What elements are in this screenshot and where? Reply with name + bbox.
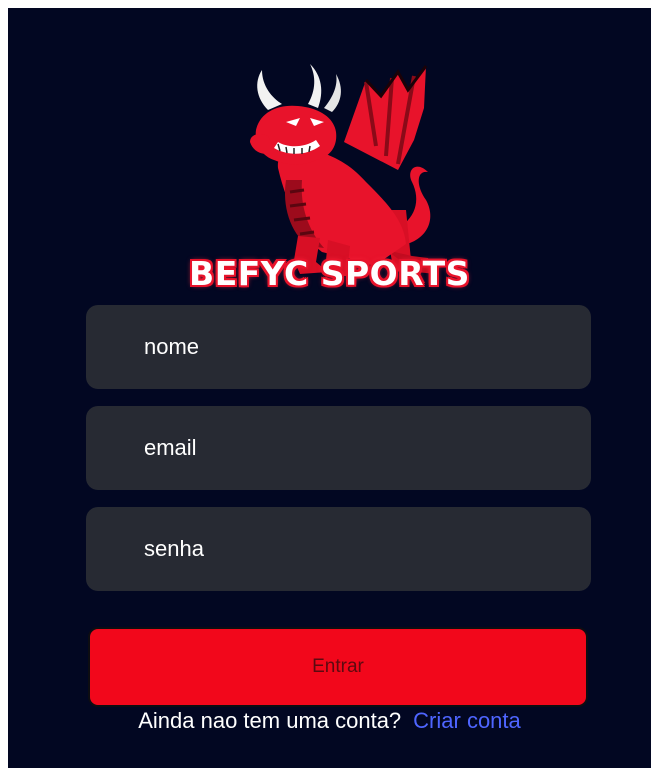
email-input[interactable]: [86, 406, 591, 490]
password-field[interactable]: [86, 507, 591, 591]
brand-name: BEFYC SPORTS: [189, 254, 470, 293]
name-field[interactable]: [86, 305, 591, 389]
create-account-link[interactable]: Criar conta: [413, 708, 521, 733]
password-input[interactable]: [86, 507, 591, 591]
login-button[interactable]: Entrar: [88, 627, 588, 707]
login-panel: BEFYC SPORTS Entrar Ainda nao tem uma co…: [8, 8, 651, 768]
email-field[interactable]: [86, 406, 591, 490]
name-input[interactable]: [86, 305, 591, 389]
signup-prompt-text: Ainda nao tem uma conta?: [138, 708, 402, 733]
signup-prompt: Ainda nao tem uma conta? Criar conta: [8, 708, 651, 734]
